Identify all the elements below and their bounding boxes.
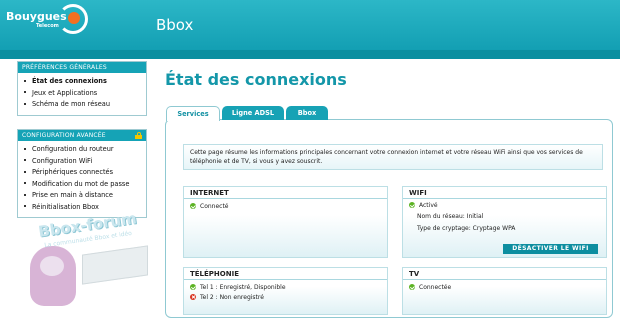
sidebar-item-jeux-et-applications[interactable]: Jeux et Applications bbox=[24, 88, 146, 100]
sidebar-item-label: Jeux et Applications bbox=[32, 88, 98, 97]
sidebar-item-peripheriques-connectes[interactable]: Périphériques connectés bbox=[24, 167, 146, 179]
tab-services[interactable]: Services bbox=[166, 106, 220, 121]
intro-text: Cette page résume les informations princ… bbox=[183, 144, 603, 170]
sidebar-item-label: Prise en main à distance bbox=[32, 191, 113, 199]
brand-logo-dot-icon bbox=[68, 12, 80, 24]
wifi-network-name: Nom du réseau: Initial bbox=[417, 213, 484, 220]
bullet-icon bbox=[24, 182, 26, 184]
telephony-line-2: Tel 2 : Non enregistré bbox=[190, 293, 264, 302]
page: Bouygues Telecom Bbox PRÉFÉRENCES GÉNÉRA… bbox=[0, 0, 620, 320]
mascot-figure-image bbox=[30, 246, 76, 306]
sidebar-preferences-list: État des connexions Jeux et Applications… bbox=[18, 73, 146, 115]
sidebar-item-label: Schéma de mon réseau bbox=[32, 100, 111, 108]
sidebar-item-label: Configuration WiFi bbox=[32, 156, 93, 165]
bullet-icon bbox=[24, 159, 26, 161]
tv-card-title: TV bbox=[403, 268, 606, 280]
tab-bbox[interactable]: Bbox bbox=[286, 106, 328, 120]
telephony-line-1-text: Tel 1 : Enregistré, Disponible bbox=[200, 284, 286, 291]
app-title: Bbox bbox=[156, 16, 194, 34]
internet-status: Connecté bbox=[190, 202, 229, 211]
check-icon bbox=[190, 203, 196, 209]
sidebar-preferences: PRÉFÉRENCES GÉNÉRALES État des connexion… bbox=[17, 61, 147, 116]
check-icon bbox=[190, 284, 196, 290]
internet-card-title: INTERNET bbox=[184, 187, 387, 199]
bullet-icon bbox=[24, 170, 26, 173]
sidebar-item-etat-des-connexions[interactable]: État des connexions bbox=[24, 76, 146, 88]
internet-card: INTERNET Connecté bbox=[183, 186, 388, 258]
brand-logo-subtext: Telecom bbox=[36, 23, 59, 29]
bbox-device-image bbox=[82, 245, 148, 285]
wifi-card: WIFI Activé Nom du réseau: Initial Type … bbox=[402, 186, 607, 258]
bullet-icon bbox=[24, 193, 26, 196]
page-title: État des connexions bbox=[165, 70, 347, 89]
bullet-icon bbox=[24, 205, 26, 207]
sidebar-item-modification-mot-de-passe[interactable]: Modification du mot de passe bbox=[24, 179, 146, 191]
bullet-icon bbox=[24, 91, 26, 93]
sidebar-advanced-list: Configuration du routeur Configuration W… bbox=[18, 141, 146, 217]
bullet-icon bbox=[24, 102, 26, 105]
lock-icon bbox=[135, 132, 142, 139]
sidebar-advanced-heading: CONFIGURATION AVANCÉE bbox=[18, 130, 146, 141]
wifi-status: Activé bbox=[409, 201, 438, 210]
wifi-card-title: WIFI bbox=[403, 187, 606, 199]
sidebar-preferences-heading: PRÉFÉRENCES GÉNÉRALES bbox=[18, 62, 146, 73]
sidebar-item-prise-en-main-distance[interactable]: Prise en main à distance bbox=[24, 190, 146, 202]
telephony-line-2-text: Tel 2 : Non enregistré bbox=[200, 294, 264, 301]
disable-wifi-button[interactable]: DÉSACTIVER LE WIFI bbox=[503, 244, 598, 254]
wifi-status-text: Activé bbox=[419, 202, 438, 209]
sidebar-item-configuration-wifi[interactable]: Configuration WiFi bbox=[24, 156, 146, 168]
sidebar-advanced-heading-label: CONFIGURATION AVANCÉE bbox=[22, 132, 106, 139]
sidebar-item-label: Réinitialisation Bbox bbox=[32, 202, 99, 211]
sidebar-item-label: Périphériques connectés bbox=[32, 168, 114, 176]
check-icon bbox=[409, 202, 415, 208]
tv-status-text: Connectée bbox=[419, 284, 452, 291]
bullet-icon bbox=[24, 147, 26, 150]
bbox-forum-banner[interactable]: Bbox-forum La communauté Bbox et idéo bbox=[20, 209, 156, 312]
tv-status: Connectée bbox=[409, 283, 451, 292]
sidebar-item-configuration-routeur[interactable]: Configuration du routeur bbox=[24, 144, 146, 156]
telephony-card-title: TÉLÉPHONIE bbox=[184, 268, 387, 280]
sidebar-item-label: Modification du mot de passe bbox=[32, 179, 130, 188]
tab-ligne-adsl[interactable]: Ligne ADSL bbox=[222, 106, 284, 120]
internet-status-text: Connecté bbox=[200, 203, 229, 210]
header-band bbox=[0, 50, 620, 59]
sidebar-advanced: CONFIGURATION AVANCÉE Configuration du r… bbox=[17, 129, 147, 218]
wifi-encryption-type: Type de cryptage: Cryptage WPA bbox=[417, 225, 516, 232]
sidebar-item-label: Configuration du routeur bbox=[32, 145, 114, 153]
telephony-line-1: Tel 1 : Enregistré, Disponible bbox=[190, 283, 286, 292]
check-icon bbox=[409, 284, 415, 290]
error-icon bbox=[190, 294, 196, 300]
bullet-icon bbox=[24, 79, 26, 82]
sidebar-item-schema-reseau[interactable]: Schéma de mon réseau bbox=[24, 99, 146, 111]
header: Bouygues Telecom Bbox bbox=[0, 0, 620, 50]
sidebar-item-label: État des connexions bbox=[32, 77, 107, 85]
tv-card: TV Connectée bbox=[402, 267, 607, 315]
telephony-card: TÉLÉPHONIE Tel 1 : Enregistré, Disponibl… bbox=[183, 267, 388, 315]
